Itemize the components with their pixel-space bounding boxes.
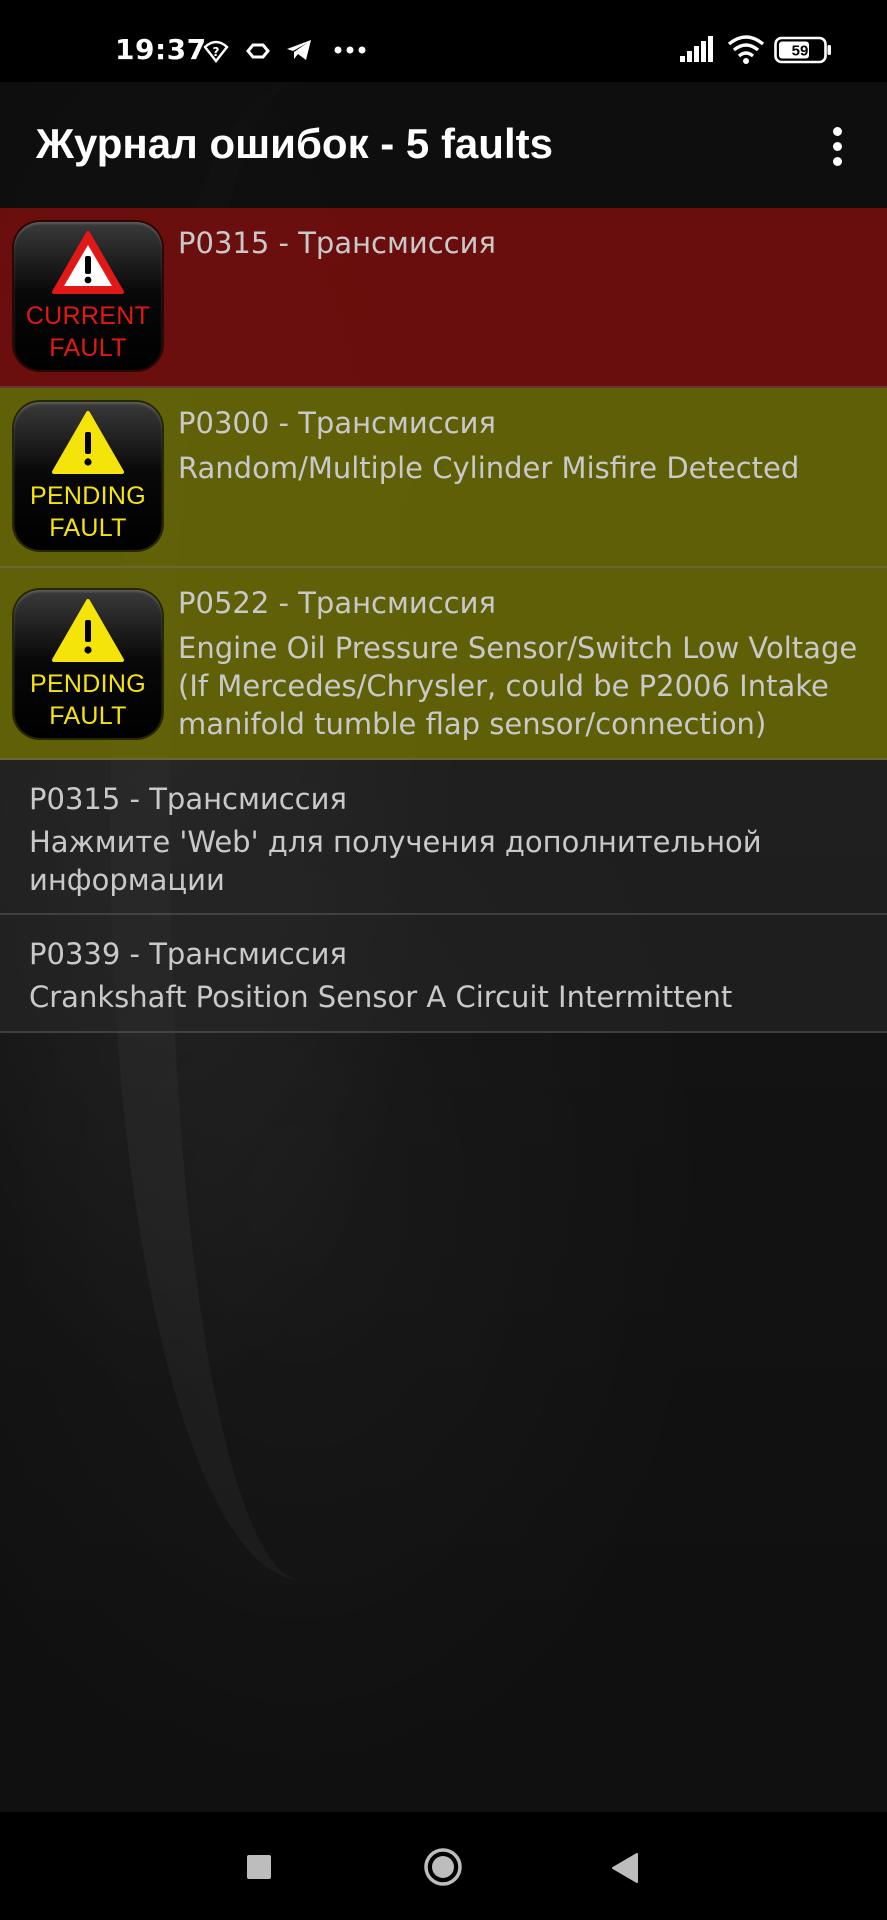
- warning-icon: [52, 411, 124, 474]
- status-bar: 19:37 ? 59: [0, 0, 887, 82]
- badge-label: CURRENT FAULT: [25, 302, 151, 362]
- vpn-icon: [246, 43, 270, 59]
- fault-code-title: P0315 - Трансмиссия: [178, 226, 496, 260]
- fault-description: Crankshaft Position Sensor A Circuit Int…: [29, 980, 733, 1014]
- svg-text:?: ?: [213, 45, 220, 59]
- status-time: 19:37: [115, 33, 207, 66]
- app-bar: Журнал ошибок - 5 faults: [0, 82, 887, 208]
- fault-description: Нажмите 'Web' для получения дополнительн…: [29, 825, 762, 897]
- warning-icon: [52, 599, 124, 662]
- fault-description: Random/Multiple Cylinder Misfire Detecte…: [178, 451, 800, 485]
- fault-code-title: P0522 - Трансмиссия: [178, 586, 496, 620]
- help-wifi-icon: ?: [203, 40, 229, 63]
- home-circle-icon[interactable]: [423, 1847, 463, 1887]
- back-triangle-icon[interactable]: [610, 1852, 640, 1884]
- fault-item-history[interactable]: P0339 - Трансмиссия Crankshaft Position …: [0, 915, 887, 1033]
- fault-description: Engine Oil Pressure Sensor/Switch Low Vo…: [178, 631, 858, 741]
- fault-item-pending[interactable]: PENDING FAULT P0300 - Трансмиссия Random…: [0, 388, 887, 568]
- fault-code-title: P0300 - Трансмиссия: [178, 406, 496, 440]
- badge-label: PENDING FAULT: [29, 482, 146, 542]
- overflow-menu-icon[interactable]: [822, 122, 852, 170]
- navigation-bar: [0, 1812, 887, 1920]
- recents-square-icon[interactable]: [247, 1855, 271, 1879]
- fault-item-pending[interactable]: PENDING FAULT P0522 - Трансмиссия Engine…: [0, 568, 887, 760]
- battery-level: 59: [792, 43, 809, 60]
- pending-fault-badge: PENDING FAULT: [14, 590, 162, 738]
- fault-item-history[interactable]: P0315 - Трансмиссия Нажмите 'Web' для по…: [0, 760, 887, 915]
- pending-fault-badge: PENDING FAULT: [14, 402, 162, 550]
- battery-icon: 59: [774, 36, 831, 64]
- current-fault-badge: CURRENT FAULT: [14, 222, 162, 370]
- wifi-icon: [727, 35, 765, 64]
- telegram-icon: [287, 40, 311, 60]
- more-dots-icon: [334, 46, 366, 54]
- badge-label: PENDING FAULT: [29, 670, 146, 730]
- warning-icon: [52, 231, 124, 294]
- fault-list: CURRENT FAULT P0315 - Трансмиссия PENDIN…: [0, 208, 887, 1033]
- fault-code-title: P0315 - Трансмиссия: [29, 782, 347, 816]
- page-title: Журнал ошибок - 5 faults: [36, 120, 553, 167]
- fault-code-title: P0339 - Трансмиссия: [29, 937, 347, 971]
- signal-icon: [680, 36, 713, 62]
- fault-item-current[interactable]: CURRENT FAULT P0315 - Трансмиссия: [0, 208, 887, 388]
